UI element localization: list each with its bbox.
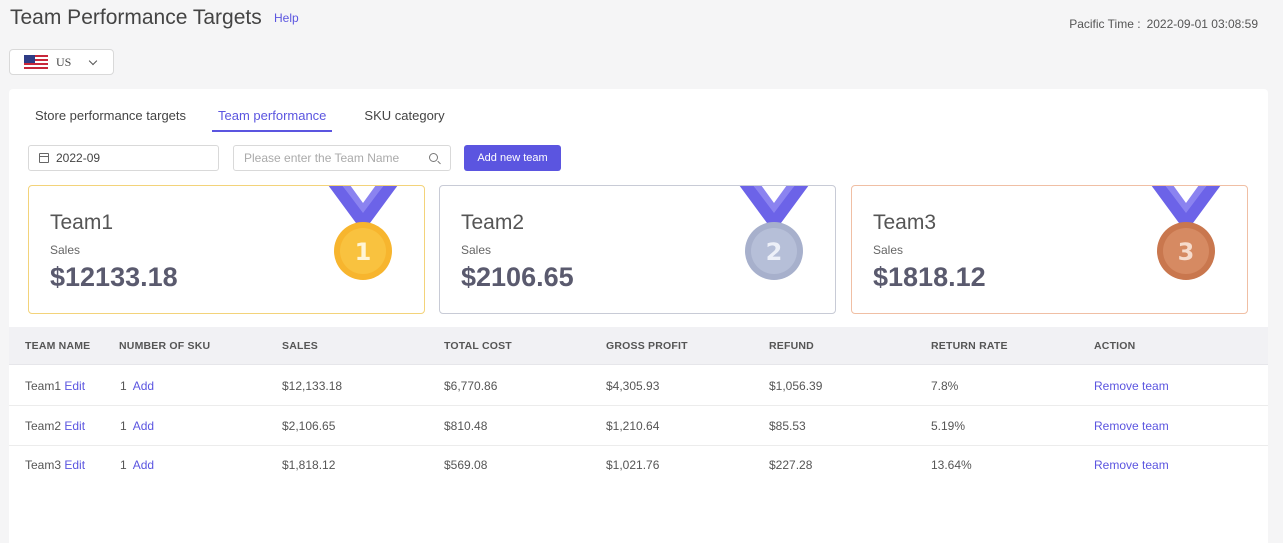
country-select[interactable]: US bbox=[9, 49, 114, 75]
col-total-cost: TOTAL COST bbox=[444, 340, 512, 352]
ranking-team-name: Team2 bbox=[461, 211, 525, 234]
team-search-input[interactable] bbox=[233, 145, 451, 171]
sku-count: 1 bbox=[120, 458, 127, 472]
ranking-card-team2: Team2 Sales $2106.65 2 bbox=[439, 185, 836, 314]
return-rate-cell: 7.8% bbox=[931, 379, 959, 393]
bronze-medal-icon: 3 bbox=[1151, 186, 1221, 280]
ranking-sales-label: Sales bbox=[461, 243, 492, 257]
ranking-sales-value: $12133.18 bbox=[50, 262, 178, 292]
pacific-time-label: Pacific Time : bbox=[1069, 17, 1141, 31]
add-new-team-button[interactable]: Add new team bbox=[464, 145, 561, 171]
edit-team-link[interactable]: Edit bbox=[64, 458, 85, 472]
refund-cell: $227.28 bbox=[769, 458, 813, 472]
total-cost-cell: $810.48 bbox=[444, 419, 488, 433]
table-header: TEAM NAME NUMBER OF SKU SALES TOTAL COST… bbox=[9, 327, 1268, 365]
search-icon[interactable] bbox=[429, 153, 438, 162]
ranking-team-name: Team1 bbox=[50, 211, 114, 234]
silver-medal-icon: 2 bbox=[739, 186, 809, 280]
month-picker[interactable]: 2022-09 bbox=[28, 145, 219, 171]
ranking-sales-value: $2106.65 bbox=[461, 262, 574, 292]
tab-team-performance[interactable]: Team performance bbox=[212, 108, 333, 132]
refund-cell: $85.53 bbox=[769, 419, 806, 433]
ranking-sales-value: $1818.12 bbox=[873, 262, 986, 292]
gross-profit-cell: $4,305.93 bbox=[606, 379, 660, 393]
total-cost-cell: $6,770.86 bbox=[444, 379, 498, 393]
country-value: US bbox=[56, 54, 72, 69]
tab-sku-category[interactable]: SKU category bbox=[364, 108, 444, 132]
sales-cell: $2,106.65 bbox=[282, 419, 336, 433]
return-rate-cell: 13.64% bbox=[931, 458, 972, 472]
edit-team-link[interactable]: Edit bbox=[64, 419, 85, 433]
remove-team-link[interactable]: Remove team bbox=[1094, 419, 1169, 433]
page-title: Team Performance Targets bbox=[10, 6, 262, 29]
sku-count: 1 bbox=[120, 379, 127, 393]
ranking-sales-label: Sales bbox=[50, 243, 81, 257]
col-action: ACTION bbox=[1094, 340, 1136, 352]
sku-count: 1 bbox=[120, 419, 127, 433]
refund-cell: $1,056.39 bbox=[769, 379, 823, 393]
col-return-rate: RETURN RATE bbox=[931, 340, 1008, 352]
table-row: Team2 Edit 1 Add $2,106.65 $810.48 $1,21… bbox=[9, 406, 1268, 446]
medal-rank-text: 2 bbox=[766, 238, 783, 266]
col-number-of-sku: NUMBER OF SKU bbox=[119, 340, 211, 352]
add-sku-link[interactable]: Add bbox=[133, 458, 154, 472]
team-name: Team1 bbox=[25, 379, 62, 393]
main-panel: Store performance targets Team performan… bbox=[9, 89, 1268, 543]
month-value: 2022-09 bbox=[56, 151, 101, 165]
calendar-icon bbox=[39, 153, 49, 163]
sales-cell: $12,133.18 bbox=[282, 379, 343, 393]
gold-medal-icon: 1 bbox=[328, 186, 398, 280]
ranking-team-name: Team3 bbox=[873, 211, 937, 234]
add-sku-link[interactable]: Add bbox=[133, 379, 154, 393]
medal-rank-text: 3 bbox=[1178, 238, 1195, 266]
edit-team-link[interactable]: Edit bbox=[64, 379, 85, 393]
sales-cell: $1,818.12 bbox=[282, 458, 336, 472]
ranking-sales-label: Sales bbox=[873, 243, 904, 257]
chevron-down-icon bbox=[88, 56, 98, 65]
col-sales: SALES bbox=[282, 340, 319, 352]
gross-profit-cell: $1,021.76 bbox=[606, 458, 660, 472]
team-name: Team2 bbox=[25, 419, 62, 433]
table-row: Team3 Edit 1 Add $1,818.12 $569.08 $1,02… bbox=[9, 445, 1268, 485]
pacific-time: Pacific Time : 2022-09-01 03:08:59 bbox=[1069, 17, 1258, 31]
total-cost-cell: $569.08 bbox=[444, 458, 488, 472]
medal-rank-text: 1 bbox=[355, 238, 372, 266]
ranking-card-team1: Team1 Sales $12133.18 1 bbox=[28, 185, 425, 314]
team-name: Team3 bbox=[25, 458, 62, 472]
table-row: Team1 Edit 1 Add $12,133.18 $6,770.86 $4… bbox=[9, 366, 1268, 406]
return-rate-cell: 5.19% bbox=[931, 419, 966, 433]
remove-team-link[interactable]: Remove team bbox=[1094, 379, 1169, 393]
add-sku-link[interactable]: Add bbox=[133, 419, 154, 433]
us-flag-icon bbox=[24, 55, 48, 69]
pacific-time-value: 2022-09-01 03:08:59 bbox=[1146, 17, 1258, 31]
ranking-card-team3: Team3 Sales $1818.12 3 bbox=[851, 185, 1248, 314]
tab-bar: Store performance targets Team performan… bbox=[35, 108, 477, 132]
help-link[interactable]: Help bbox=[274, 11, 299, 25]
col-gross-profit: GROSS PROFIT bbox=[606, 340, 688, 352]
tab-store-performance[interactable]: Store performance targets bbox=[35, 108, 186, 132]
gross-profit-cell: $1,210.64 bbox=[606, 419, 660, 433]
col-refund: REFUND bbox=[769, 340, 814, 352]
remove-team-link[interactable]: Remove team bbox=[1094, 458, 1169, 472]
col-team-name: TEAM NAME bbox=[25, 340, 91, 352]
